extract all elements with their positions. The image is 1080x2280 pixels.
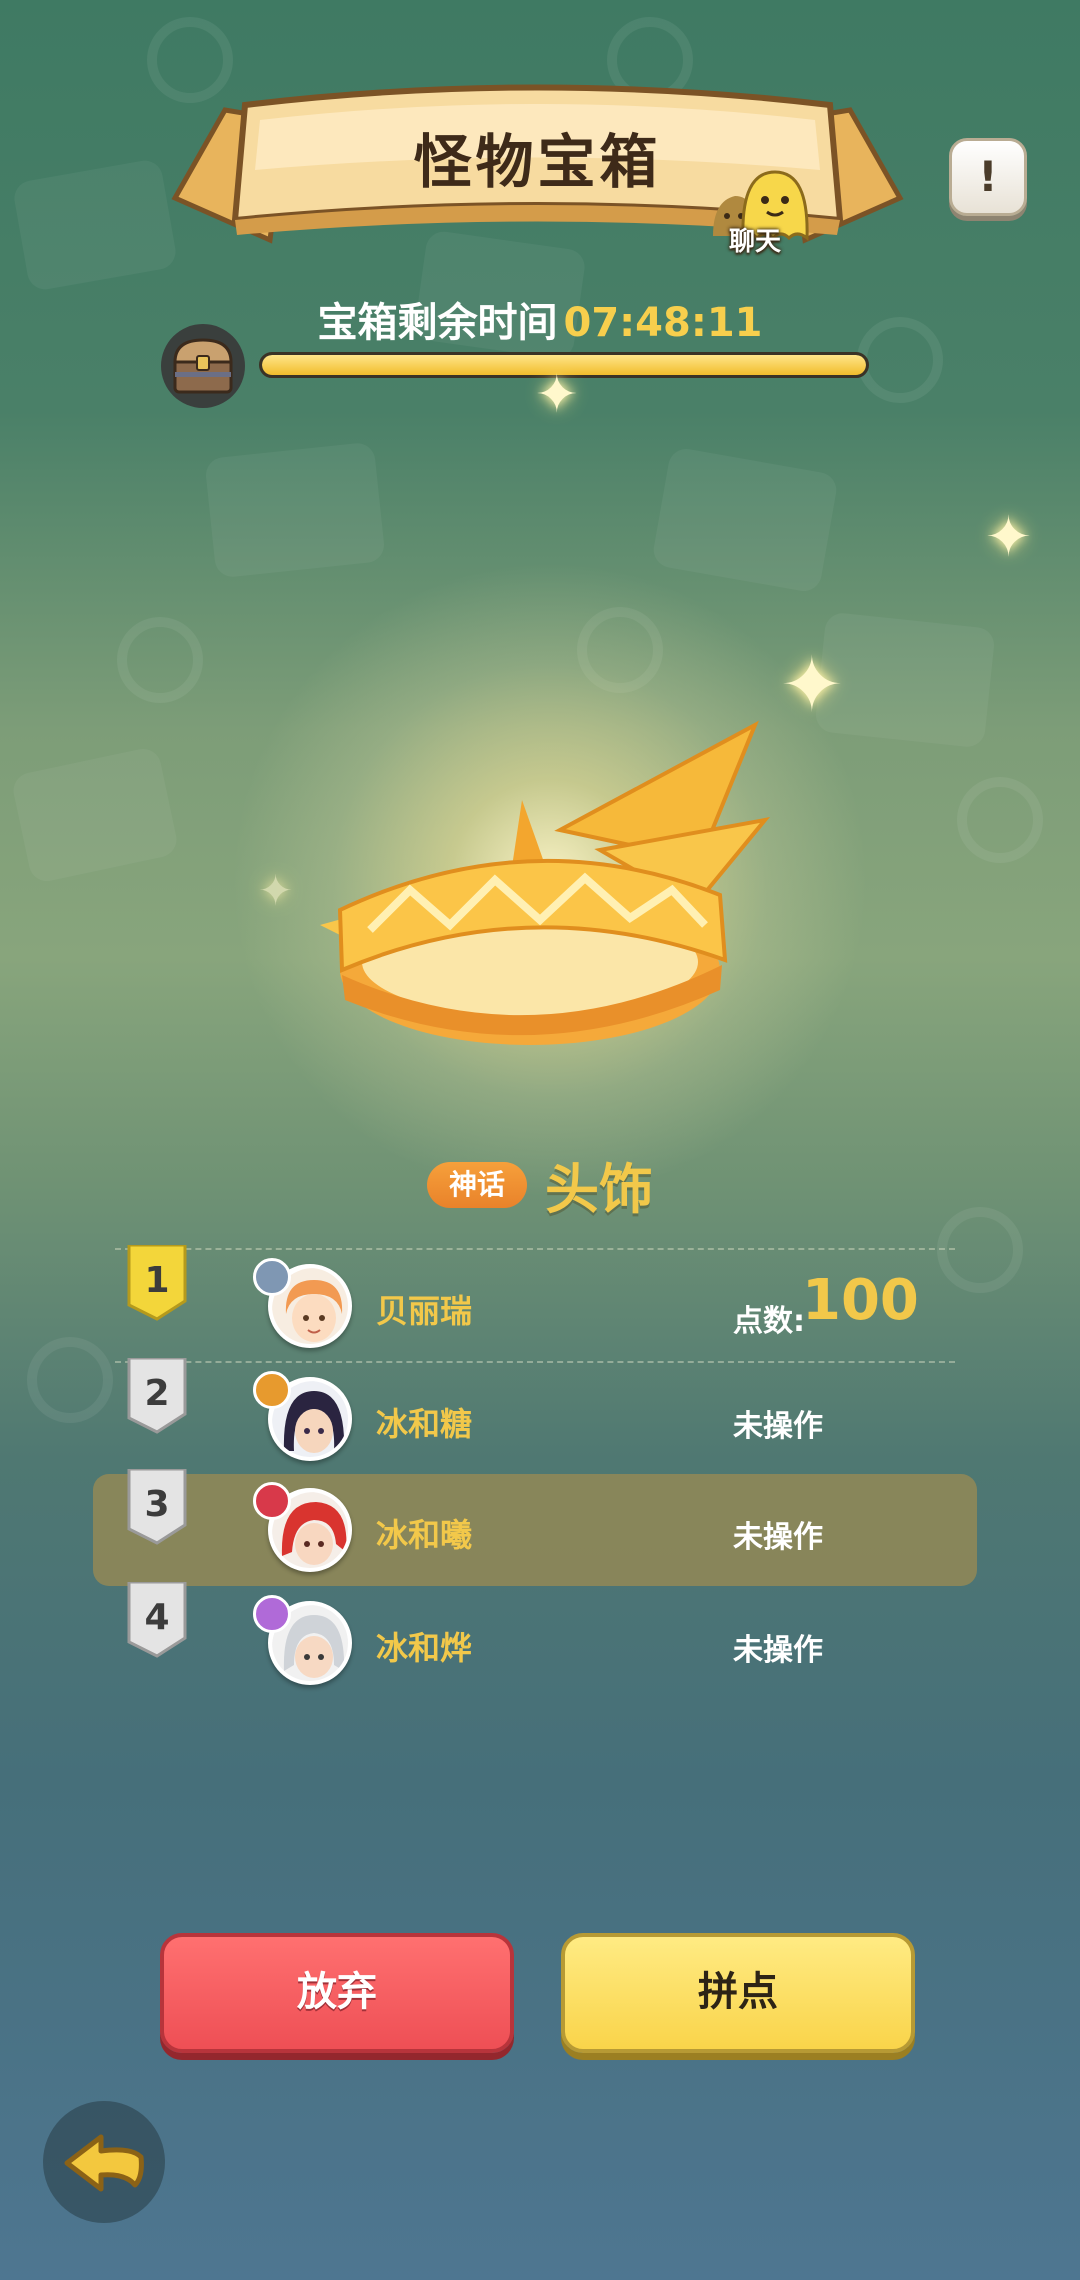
info-button[interactable]: ! bbox=[949, 138, 1027, 216]
player-status: 未操作 bbox=[733, 1520, 823, 1555]
rank-number: 4 bbox=[144, 1597, 170, 1638]
class-icon bbox=[253, 1371, 291, 1409]
back-arrow-icon bbox=[64, 2134, 144, 2192]
sparkle-icon: ✦ bbox=[780, 640, 844, 729]
rank-number: 3 bbox=[144, 1484, 170, 1525]
sparkle-icon: ✦ bbox=[985, 505, 1032, 570]
timer-label: 宝箱剩余时间 bbox=[317, 300, 558, 346]
item-name: 头饰 bbox=[545, 1158, 653, 1221]
player-status: 未操作 bbox=[733, 1409, 823, 1444]
player-name: 冰和糖 bbox=[376, 1405, 473, 1443]
player-row-2: 2 冰和糖 未操作 bbox=[93, 1358, 977, 1475]
player-name: 冰和烨 bbox=[376, 1629, 473, 1667]
player-row-4: 4 冰和烨 未操作 bbox=[93, 1582, 977, 1699]
player-row-1: 1 贝丽瑞 点数: 100 bbox=[93, 1245, 977, 1362]
sparkle-icon: ✦ bbox=[535, 365, 579, 425]
give-up-button[interactable]: 放弃 bbox=[160, 1933, 514, 2053]
rarity-badge: 神话 bbox=[426, 1161, 527, 1208]
class-icon bbox=[253, 1258, 291, 1296]
player-row-3: 3 冰和曦 未操作 bbox=[93, 1469, 977, 1586]
exclamation-icon: ! bbox=[978, 152, 998, 201]
back-button[interactable] bbox=[43, 2101, 165, 2223]
chat-label: 聊天 bbox=[728, 227, 781, 257]
item-label-row: 神话 头饰 bbox=[0, 1145, 1080, 1224]
rank-number: 2 bbox=[144, 1373, 170, 1414]
score-value: 100 bbox=[802, 1268, 919, 1333]
class-icon bbox=[253, 1595, 291, 1633]
rank-number: 1 bbox=[144, 1260, 170, 1301]
crown-headband-icon bbox=[320, 720, 771, 1045]
class-icon bbox=[253, 1482, 291, 1520]
score-label: 点数: bbox=[733, 1304, 805, 1339]
player-status: 未操作 bbox=[733, 1633, 823, 1668]
timer-value: 07:48:11 bbox=[563, 300, 763, 346]
bid-button[interactable]: 拼点 bbox=[561, 1933, 915, 2053]
player-name: 冰和曦 bbox=[376, 1516, 473, 1554]
chat-button[interactable]: 聊天 bbox=[705, 166, 815, 266]
player-name: 贝丽瑞 bbox=[376, 1292, 473, 1330]
sparkle-icon: ✦ bbox=[258, 866, 294, 915]
treasure-chest-icon bbox=[161, 324, 245, 408]
